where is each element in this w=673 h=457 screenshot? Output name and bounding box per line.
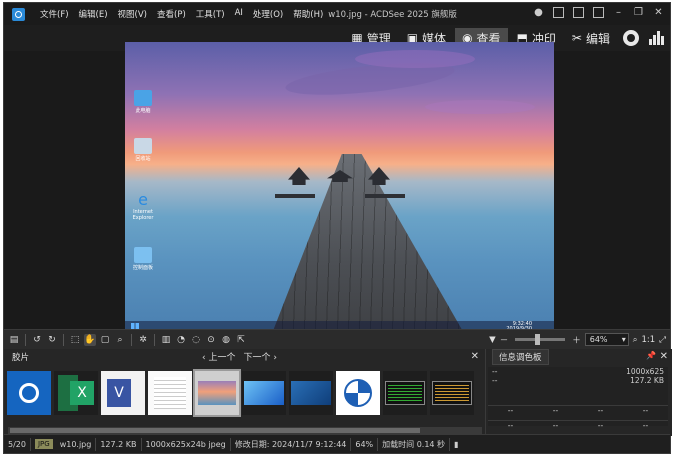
- desktop-icon-ie: e Internet Explorer: [132, 190, 154, 222]
- histogram-icon[interactable]: ▥: [160, 334, 172, 346]
- account-icon[interactable]: ●: [533, 7, 544, 18]
- restore-icon[interactable]: ❐: [633, 7, 644, 18]
- edit-icon: ✂: [571, 31, 582, 45]
- fit-icon[interactable]: ⤢: [659, 335, 666, 345]
- filmstrip-panel: 胶片 ‹ 上一个 下一个 › ✕ X V: [4, 349, 486, 436]
- app-window: 文件(F) 编辑(E) 视图(V) 查看(P) 工具(T) AI 处理(O) 帮…: [3, 2, 672, 454]
- thumbnail-network[interactable]: [336, 371, 380, 415]
- menu-process[interactable]: 处理(O): [248, 8, 288, 20]
- thumbnail-desktop[interactable]: [289, 371, 333, 415]
- viewer-toolbar: ▤ ↺ ↻ ⬚ ✋ ▢ ⌕ ✲ ▥ ◔ ◌ ⊙ ◍ ⇱ ▼ － ＋ 64% ⌕ …: [4, 329, 670, 349]
- status-filename: w10.jpg: [56, 437, 97, 451]
- window-controls: ● – ❐ ✕: [533, 7, 664, 18]
- thumbnail-monitor-a[interactable]: [383, 371, 427, 415]
- thumbnail-monitor-b[interactable]: [430, 371, 474, 415]
- layout-bottom-icon[interactable]: [573, 7, 584, 18]
- displayed-image[interactable]: 此电脑 回收站 e Internet Explorer 控制面板 9:32:40…: [125, 42, 554, 333]
- magnifier-icon[interactable]: ◔: [175, 334, 187, 346]
- status-dimensions: 1000x625x24b jpeg: [142, 437, 231, 451]
- filmstrip-title: 胶片: [12, 353, 30, 363]
- status-zoom: 64%: [351, 437, 379, 451]
- zoom-tool-icon[interactable]: ⌕: [633, 335, 638, 345]
- mode-label: 编辑: [585, 31, 610, 46]
- zoom-select[interactable]: 64%: [584, 333, 629, 346]
- info-icon[interactable]: ⊙: [205, 334, 217, 346]
- menu-viewer[interactable]: 查看(P): [152, 8, 191, 20]
- zoom-out-icon[interactable]: －: [500, 334, 509, 346]
- auto-lens-icon[interactable]: ✲: [137, 334, 149, 346]
- info-row: -- 127.2 KB: [492, 376, 664, 385]
- status-modified: 修改日期: 2024/11/7 9:12:44: [231, 437, 352, 451]
- status-load-time: 加载时间 0.14 秒: [378, 437, 451, 451]
- info-row: -- 1000x625: [492, 367, 664, 376]
- desktop-icon-control-panel: 控制面板: [131, 247, 155, 271]
- acdsee-logo-icon: [12, 7, 25, 21]
- thumbnail-excel[interactable]: X: [54, 371, 98, 415]
- zoom-controls: ▼ － ＋ 64% ⌕ 1:1 ⤢: [489, 333, 666, 346]
- menu-edit[interactable]: 编辑(E): [74, 8, 113, 20]
- title-bar: 文件(F) 编辑(E) 视图(V) 查看(P) 工具(T) AI 处理(O) 帮…: [4, 3, 670, 25]
- image-viewer[interactable]: 此电脑 回收站 e Internet Explorer 控制面板 9:32:40…: [4, 42, 670, 333]
- actual-size-button[interactable]: 1:1: [642, 335, 656, 345]
- status-bar: 5/20 JPG w10.jpg 127.2 KB 1000x625x24b j…: [4, 434, 670, 453]
- mode-edit-button[interactable]: ✂ 编辑: [565, 28, 617, 48]
- crop-icon[interactable]: ⬚: [69, 334, 81, 346]
- layout-right-icon[interactable]: [593, 7, 604, 18]
- info-palette-panel: 信息调色板 📌 ✕ -- 1000x625 -- 127.2 KB -- -- -- --…: [486, 349, 672, 445]
- file-type-badge: JPG: [34, 439, 53, 449]
- rotate-right-icon[interactable]: ↻: [46, 334, 58, 346]
- statistics-icon[interactable]: [649, 31, 664, 45]
- status-filesize: 127.2 KB: [96, 437, 142, 451]
- info-body: -- 1000x625 -- 127.2 KB -- -- -- -- -- -- -- -- …: [488, 367, 668, 445]
- slideshow-icon[interactable]: ◍: [220, 334, 232, 346]
- status-position: 5/20: [4, 437, 31, 451]
- menu-help[interactable]: 帮助(H): [288, 8, 328, 20]
- desktop-icon-computer: 此电脑: [131, 90, 155, 114]
- dashboard-icon[interactable]: [623, 30, 639, 46]
- menu-ai[interactable]: AI: [230, 8, 248, 20]
- pin-icon[interactable]: 📌: [646, 351, 656, 360]
- menu-view[interactable]: 视图(V): [113, 8, 152, 20]
- dropdown-icon[interactable]: ▼: [489, 335, 496, 345]
- thumbnail-acdsee[interactable]: [7, 371, 51, 415]
- compare-icon[interactable]: ◌: [190, 334, 202, 346]
- zoom-slider[interactable]: [515, 334, 566, 345]
- fullscreen-icon[interactable]: ⇱: [235, 334, 247, 346]
- menu-tools[interactable]: 工具(T): [191, 8, 230, 20]
- menu-bar: 文件(F) 编辑(E) 视图(V) 查看(P) 工具(T) AI 处理(O) 帮…: [35, 8, 328, 20]
- status-flag-icon[interactable]: ▮: [450, 438, 462, 451]
- rotate-left-icon[interactable]: ↺: [31, 334, 43, 346]
- close-icon[interactable]: ✕: [660, 351, 668, 362]
- window-title: w10.jpg - ACDSee 2025 旗舰版: [328, 10, 457, 20]
- thumbnail-document[interactable]: [148, 371, 192, 415]
- close-icon[interactable]: ✕: [471, 351, 479, 362]
- tab-info-palette[interactable]: 信息调色板: [492, 349, 549, 365]
- minimize-icon[interactable]: –: [613, 7, 624, 18]
- pan-icon[interactable]: ✋: [84, 333, 96, 346]
- layout-left-icon[interactable]: [553, 7, 564, 18]
- menu-file[interactable]: 文件(F): [35, 8, 74, 20]
- filmstrip-scrollbar[interactable]: [8, 427, 482, 434]
- desktop-icon-recycle-bin: 回收站: [131, 138, 155, 162]
- thumbnail-pier[interactable]: [193, 369, 241, 417]
- select-icon[interactable]: ▢: [99, 334, 111, 346]
- close-icon[interactable]: ✕: [653, 7, 664, 18]
- thumbnail-windows11[interactable]: [242, 371, 286, 415]
- zoom-in-icon[interactable]: ＋: [572, 334, 581, 346]
- thumbnail-visio[interactable]: V: [101, 371, 145, 415]
- prev-button[interactable]: ‹ 上一个: [202, 350, 235, 363]
- thumbnail-strip: X V: [7, 369, 474, 417]
- next-button[interactable]: 下一个 ›: [243, 350, 276, 363]
- zoom-icon[interactable]: ⌕: [114, 334, 126, 346]
- save-icon[interactable]: ▤: [8, 334, 20, 346]
